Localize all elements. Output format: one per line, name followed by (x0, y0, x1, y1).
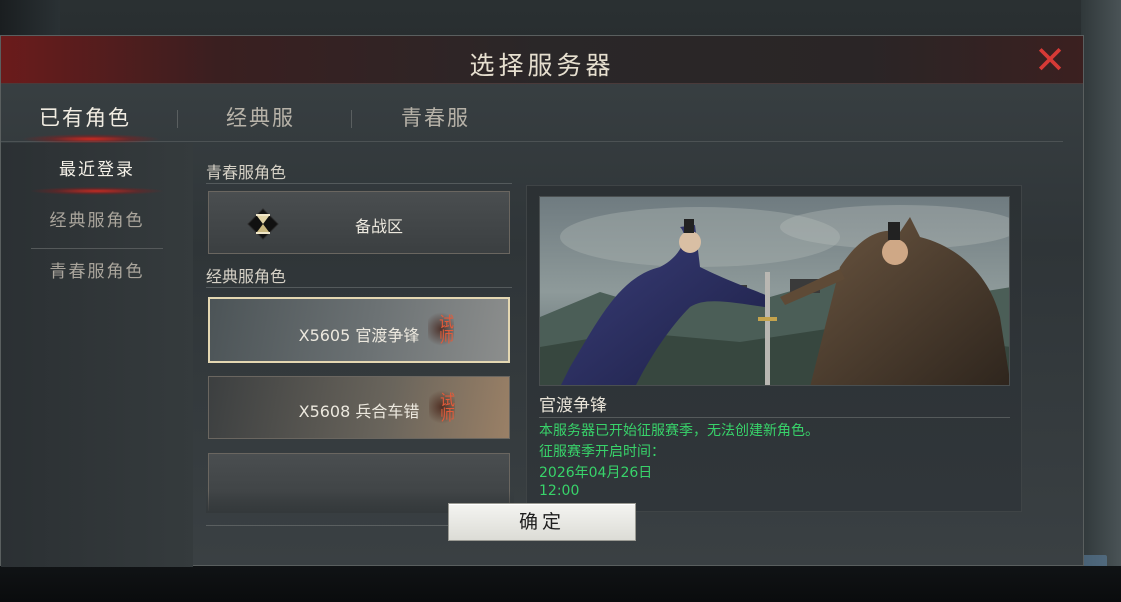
sidebar-active-glow (31, 187, 163, 195)
tab-youth-server[interactable]: 青春服 (401, 102, 470, 132)
trial-badge: 试师 (429, 387, 456, 427)
server-list[interactable]: 青春服角色 备战区 经典服角色 X5605 官渡争锋 试师 X5608 兵合车错… (206, 156, 514, 511)
server-banner-image (539, 196, 1010, 386)
server-card-x5608[interactable]: X5608 兵合车错 试师 (208, 376, 510, 439)
sidebar-item-recent-login[interactable]: 最近登录 (31, 147, 163, 197)
confirm-button[interactable]: 确定 (448, 503, 636, 541)
background-bottom-bar (0, 566, 1121, 602)
detail-info-line: 12:00 (539, 483, 580, 499)
group-divider (206, 183, 512, 184)
sidebar-item-label: 经典服角色 (49, 211, 145, 231)
sidebar-item-youth-characters[interactable]: 青春服角色 (31, 249, 163, 299)
server-detail-name: 官渡争锋 (539, 396, 607, 416)
server-select-dialog: 选择服务器 ✕ 已有角色 经典服 青春服 最近登录 经典服角色 青春服角色 青春… (0, 35, 1084, 567)
group-label-classic: 经典服角色 (206, 267, 287, 286)
detail-info-line: 本服务器已开始征服赛季，无法创建新角色。 (539, 423, 819, 439)
warriors-artwork (540, 197, 1009, 385)
sidebar-item-classic-characters[interactable]: 经典服角色 (31, 198, 163, 248)
sidebar-item-label: 青春服角色 (49, 262, 145, 282)
background-right (1081, 0, 1121, 602)
detail-info-line: 征服赛季开启时间： (539, 444, 665, 460)
sidebar: 最近登录 经典服角色 青春服角色 (1, 143, 193, 567)
tab-classic-server[interactable]: 经典服 (226, 102, 295, 132)
tab-bar: 已有角色 经典服 青春服 (1, 96, 1063, 144)
dialog-title: 选择服务器 (469, 51, 615, 80)
tab-existing-characters[interactable]: 已有角色 (39, 102, 131, 132)
server-card-label: X5608 兵合车错 (298, 402, 420, 421)
server-card-label: X5605 官渡争锋 (298, 326, 420, 345)
group-label-youth: 青春服角色 (206, 163, 287, 182)
tab-separator (177, 110, 178, 128)
sidebar-item-label: 最近登录 (59, 160, 135, 180)
detail-divider (539, 417, 1010, 418)
group-divider (206, 287, 512, 288)
server-card-prep-zone[interactable]: 备战区 (208, 191, 510, 254)
server-detail-panel: 官渡争锋 本服务器已开始征服赛季，无法创建新角色。 征服赛季开启时间： 2026… (526, 185, 1022, 512)
server-card-label: 备战区 (354, 217, 403, 236)
server-card-x5605[interactable]: X5605 官渡争锋 试师 (208, 297, 510, 363)
detail-info-line: 2026年04月26日 (539, 465, 653, 481)
tab-separator (351, 110, 352, 128)
trial-badge: 试师 (428, 309, 455, 349)
close-icon[interactable]: ✕ (1031, 41, 1069, 80)
title-bar: 选择服务器 ✕ (1, 36, 1083, 84)
